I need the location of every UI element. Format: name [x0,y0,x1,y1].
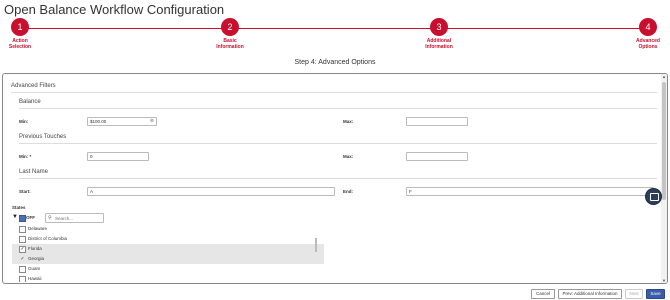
step-additional-information[interactable]: 3 Additional Information [409,18,469,50]
step-number: 3 [430,18,448,36]
touches-max-label: Max: [343,154,354,159]
last-name-end-label: End: [343,189,353,194]
state-checkbox[interactable] [19,236,26,243]
list-item[interactable]: ✓ Georgia [12,254,324,264]
balance-max-input[interactable] [406,117,468,126]
states-toggle[interactable] [19,215,26,222]
state-checkbox[interactable] [19,266,26,273]
state-checkbox[interactable] [19,276,26,282]
divider [19,108,657,109]
panel-scrollbar[interactable]: ▲ ▼ [661,74,667,283]
list-item[interactable]: ✓ Florida [12,244,324,254]
balance-min-label: Min: [19,119,29,124]
touches-min-label: Min: * [19,154,32,159]
scroll-down-icon[interactable]: ▼ [661,278,667,283]
last-name-start-input[interactable]: A [87,187,335,196]
scroll-thumb[interactable] [662,82,666,200]
states-list-scrollbar[interactable] [315,238,317,252]
previous-touches-title: Previous Touches [19,134,67,140]
state-name: Florida [28,246,42,251]
state-checkbox[interactable] [19,226,26,233]
step-label: Additional Information [425,38,453,50]
balance-title: Balance [19,99,41,105]
list-item[interactable]: Guam [12,264,324,274]
state-name: District of Columbia [28,236,68,241]
clear-icon[interactable]: ⊗ [150,118,154,125]
advanced-filters-title: Advanced Filters [11,83,56,89]
prev-button[interactable]: Prev: Additional Information [558,289,622,299]
workflow-stepper: 1 Action Selection 2 Basic Information 3 A… [0,18,670,54]
last-name-start-label: Start: [19,189,31,194]
advanced-options-panel: Advanced Filters Balance Min: $100.00 ⊗ … [2,73,668,284]
state-name: Delaware [28,226,48,231]
step-basic-information[interactable]: 2 Basic Information [200,18,260,50]
last-name-title: Last Name [19,169,49,175]
next-button[interactable]: Next [625,289,643,299]
save-button[interactable]: Save [646,289,665,299]
list-item[interactable]: Hawaii [12,274,324,282]
cancel-button[interactable]: Cancel [531,289,555,299]
last-name-end-input[interactable]: F [406,187,654,196]
divider [19,143,657,144]
step-label: Basic Information [216,38,244,50]
step-number: 2 [221,18,239,36]
touches-min-input[interactable]: 0 [87,152,149,161]
state-name: Georgia [28,256,45,261]
states-search[interactable]: ⚲ [45,213,104,223]
step-heading: Step 4: Advanced Options [294,59,376,66]
chat-button[interactable] [645,188,662,205]
states-search-input[interactable] [55,214,101,222]
states-title: States [12,205,26,210]
step-number: 4 [639,18,657,36]
search-icon: ⚲ [48,215,52,221]
state-checkbox[interactable]: ✓ [19,246,26,253]
divider [11,92,657,93]
balance-min-value: $100.00 [90,119,107,124]
state-name: Hawaii [28,276,42,281]
touches-max-input[interactable] [406,152,468,161]
scroll-up-icon[interactable]: ▲ [661,74,667,79]
list-item[interactable]: District of Columbia [12,234,324,244]
step-label: Advanced Options [636,38,660,50]
step-advanced-options[interactable]: 4 Advanced Options [618,18,670,50]
stepper-line [20,28,648,29]
states-toggle-label: OFF [26,215,35,220]
state-name: Guam [28,266,41,271]
chat-icon [650,193,659,201]
divider [19,178,657,179]
list-item[interactable]: Delaware [12,224,324,234]
step-number: 1 [11,18,29,36]
page-title: Open Balance Workflow Configuration [4,2,225,17]
step-action-selection[interactable]: 1 Action Selection [0,18,50,50]
balance-max-label: Max: [343,119,354,124]
step-label: Action Selection [8,38,32,50]
state-checkbox[interactable]: ✓ [19,256,26,263]
balance-min-input[interactable]: $100.00 ⊗ [87,117,157,126]
states-list: Delaware District of Columbia ✓ Florida … [12,224,324,282]
filter-icon[interactable]: ▼ [12,214,18,220]
